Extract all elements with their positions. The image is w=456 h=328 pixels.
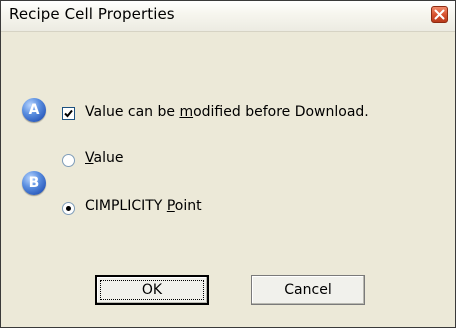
dialog-window: Recipe Cell Properties A Value can be mo… [0, 0, 456, 328]
ok-button-label: OK [141, 282, 163, 298]
checkbox-label: Value can be modified before Download. [85, 104, 369, 120]
window-title: Recipe Cell Properties [9, 5, 175, 23]
value-radio-label: Value [85, 150, 124, 166]
close-button[interactable] [431, 6, 448, 23]
close-icon [434, 9, 445, 20]
cancel-button[interactable]: Cancel [251, 275, 365, 305]
title-bar: Recipe Cell Properties [1, 1, 455, 32]
cancel-button-label: Cancel [284, 282, 332, 298]
callout-badge-a: A [22, 98, 46, 122]
cimplicity-point-radio[interactable] [62, 202, 75, 215]
value-radio[interactable] [62, 154, 75, 167]
modify-before-download-checkbox[interactable] [62, 107, 75, 120]
callout-badge-b: B [22, 171, 46, 195]
checkmark-icon [64, 109, 73, 118]
cimplicity-point-radio-label: CIMPLICITY Point [85, 198, 202, 214]
ok-button[interactable]: OK [95, 275, 209, 305]
radio-selected-dot [66, 206, 71, 211]
